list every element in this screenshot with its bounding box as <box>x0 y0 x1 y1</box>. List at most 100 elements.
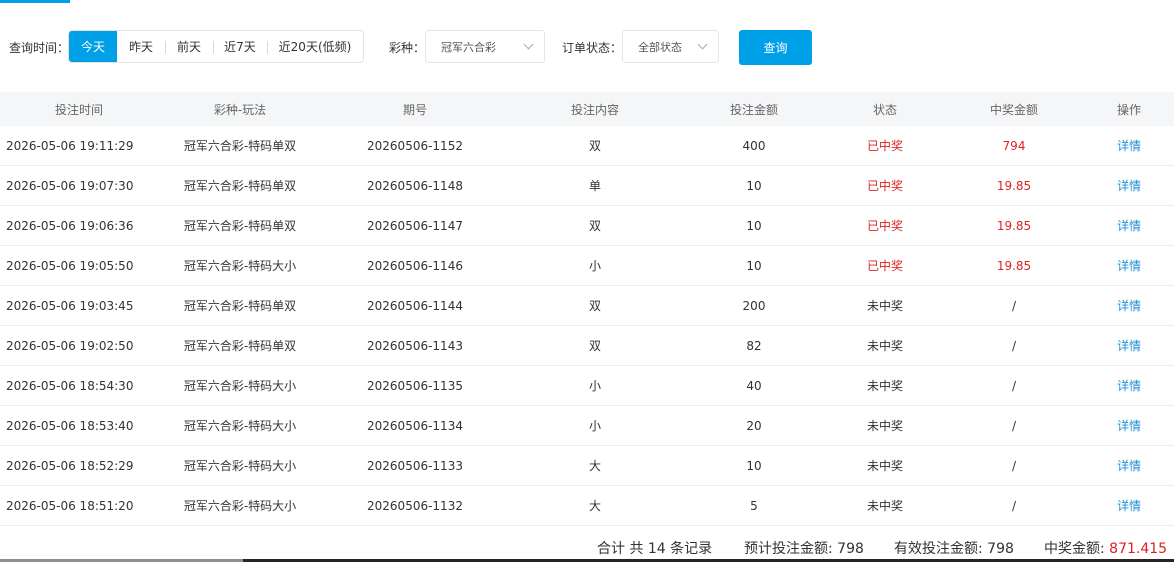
cell-status: 未中奖 <box>866 379 903 393</box>
cell-bet-content: 小 <box>588 379 601 393</box>
header-issue: 期号 <box>402 102 427 117</box>
table-row: 2026-05-06 19:06:36 冠军六合彩-特码单双 20260506-11… <box>0 206 1174 246</box>
cell-bet-content: 单 <box>588 179 601 193</box>
cell-bet-amount: 82 <box>746 338 762 353</box>
cell-lottery-play: 冠军六合彩-特码单双 <box>183 299 297 313</box>
cell-bet-time: 2026-05-06 19:11:29 <box>6 138 134 153</box>
cell-status: 未中奖 <box>866 299 903 313</box>
summary-effective: 有效投注金额: 798 <box>894 538 1014 558</box>
status-label: 订单状态： <box>562 41 623 55</box>
detail-link[interactable]: 详情 <box>1084 457 1174 474</box>
cell-status: 已中奖 <box>866 219 903 233</box>
cell-issue: 20260506-1144 <box>367 298 463 313</box>
cell-bet-amount: 10 <box>746 258 762 273</box>
cell-bet-amount: 400 <box>742 138 766 153</box>
cell-bet-content: 双 <box>588 139 601 153</box>
table-row: 2026-05-06 19:02:50 冠军六合彩-特码单双 20260506-11… <box>0 326 1174 366</box>
table-body: 2026-05-06 19:11:29 冠军六合彩-特码单双 20260506-11… <box>0 126 1174 526</box>
header-bet-time: 投注时间 <box>54 102 103 117</box>
time-label: 查询时间： <box>9 41 70 55</box>
cell-bet-amount: 10 <box>746 458 762 473</box>
detail-link[interactable]: 详情 <box>1084 257 1174 274</box>
header-action: 操作 <box>1116 102 1141 117</box>
cell-lottery-play: 冠军六合彩-特码大小 <box>183 379 297 393</box>
cell-issue: 20260506-1146 <box>367 258 463 273</box>
cell-bet-amount: 10 <box>746 178 762 193</box>
cell-lottery-play: 冠军六合彩-特码大小 <box>183 419 297 433</box>
cell-status: 未中奖 <box>866 339 903 353</box>
cell-status: 未中奖 <box>866 459 903 473</box>
cell-bet-content: 双 <box>588 219 601 233</box>
cell-issue: 20260506-1143 <box>367 338 463 353</box>
header-win-amount: 中奖金额 <box>989 102 1038 117</box>
cell-lottery-play: 冠军六合彩-特码大小 <box>183 259 297 273</box>
time-option-7days[interactable]: 近7天 <box>213 31 267 62</box>
cell-bet-time: 2026-05-06 19:05:50 <box>6 258 134 273</box>
header-lottery-play: 彩种-玩法 <box>213 102 267 117</box>
summary-win-label: 中奖金额: <box>1044 541 1110 557</box>
table-row: 2026-05-06 18:52:29 冠军六合彩-特码大小 20260506-11… <box>0 446 1174 486</box>
header-bet-amount: 投注金额 <box>729 102 778 117</box>
query-button[interactable]: 查询 <box>739 30 812 65</box>
cell-issue: 20260506-1152 <box>367 138 463 153</box>
table-row: 2026-05-06 18:51:20 冠军六合彩-特码大小 20260506-11… <box>0 486 1174 526</box>
table-row: 2026-05-06 18:53:40 冠军六合彩-特码大小 20260506-11… <box>0 406 1174 446</box>
time-option-day-before[interactable]: 前天 <box>165 31 213 62</box>
cell-status: 已中奖 <box>866 179 903 193</box>
detail-link[interactable]: 详情 <box>1084 177 1174 194</box>
detail-link[interactable]: 详情 <box>1084 377 1174 394</box>
summary-effective-label: 有效投注金额: <box>894 541 988 557</box>
detail-link[interactable]: 详情 <box>1084 417 1174 434</box>
detail-link[interactable]: 详情 <box>1084 337 1174 354</box>
cell-lottery-play: 冠军六合彩-特码单双 <box>183 219 297 233</box>
table-row: 2026-05-06 19:07:30 冠军六合彩-特码单双 20260506-11… <box>0 166 1174 206</box>
cell-bet-amount: 10 <box>746 218 762 233</box>
cell-bet-time: 2026-05-06 19:07:30 <box>6 178 134 193</box>
cell-win-amount: / <box>1011 378 1017 393</box>
table-header: 投注时间 彩种-玩法 期号 投注内容 投注金额 状态 中奖金额 操作 <box>0 92 1174 126</box>
summary-effective-value: 798 <box>987 541 1014 557</box>
cell-status: 已中奖 <box>866 139 903 153</box>
detail-link[interactable]: 详情 <box>1084 297 1174 314</box>
cell-status: 已中奖 <box>866 259 903 273</box>
cell-win-amount: / <box>1011 498 1017 513</box>
cell-issue: 20260506-1133 <box>367 458 463 473</box>
cell-bet-content: 小 <box>588 419 601 433</box>
summary-win-value: 871.415 <box>1109 541 1168 557</box>
cell-bet-time: 2026-05-06 18:54:30 <box>6 378 134 393</box>
cell-lottery-play: 冠军六合彩-特码单双 <box>183 179 297 193</box>
cell-bet-content: 小 <box>588 259 601 273</box>
cell-issue: 20260506-1132 <box>367 498 463 513</box>
detail-link[interactable]: 详情 <box>1084 137 1174 154</box>
detail-link[interactable]: 详情 <box>1084 497 1174 514</box>
lottery-select[interactable]: 冠军六合彩 <box>425 30 545 63</box>
chevron-down-icon <box>697 39 708 50</box>
cell-issue: 20260506-1134 <box>367 418 463 433</box>
cell-bet-content: 大 <box>588 459 601 473</box>
cell-win-amount: / <box>1011 458 1017 473</box>
cell-win-amount: 794 <box>1002 138 1026 153</box>
summary-total-records: 合计 共 14 条记录 <box>597 541 713 557</box>
table-row: 2026-05-06 18:54:30 冠军六合彩-特码大小 20260506-11… <box>0 366 1174 406</box>
cell-bet-time: 2026-05-06 19:03:45 <box>6 298 134 313</box>
status-select[interactable]: 全部状态 <box>622 30 719 63</box>
chevron-down-icon <box>523 39 534 50</box>
time-option-today[interactable]: 今天 <box>69 31 117 62</box>
table-row: 2026-05-06 19:05:50 冠军六合彩-特码大小 20260506-11… <box>0 246 1174 286</box>
lottery-label: 彩种： <box>389 41 426 55</box>
cell-win-amount: 19.85 <box>996 258 1032 273</box>
cell-lottery-play: 冠军六合彩-特码大小 <box>183 459 297 473</box>
header-bet-content: 投注内容 <box>570 102 619 117</box>
cell-bet-time: 2026-05-06 19:02:50 <box>6 338 134 353</box>
detail-link[interactable]: 详情 <box>1084 217 1174 234</box>
cell-bet-amount: 5 <box>750 498 758 513</box>
cell-lottery-play: 冠军六合彩-特码大小 <box>183 499 297 513</box>
summary-planned: 预计投注金额: 798 <box>744 538 864 558</box>
time-option-yesterday[interactable]: 昨天 <box>117 31 165 62</box>
cell-lottery-play: 冠军六合彩-特码单双 <box>183 139 297 153</box>
filter-bar: 查询时间： 今天 昨天 前天 近7天 近20天(低频) 彩种： 冠军六合彩 订单… <box>0 30 1174 65</box>
cell-win-amount: / <box>1011 298 1017 313</box>
time-option-20days[interactable]: 近20天(低频) <box>267 31 363 62</box>
cell-bet-content: 大 <box>588 499 601 513</box>
cell-bet-time: 2026-05-06 18:51:20 <box>6 498 134 513</box>
